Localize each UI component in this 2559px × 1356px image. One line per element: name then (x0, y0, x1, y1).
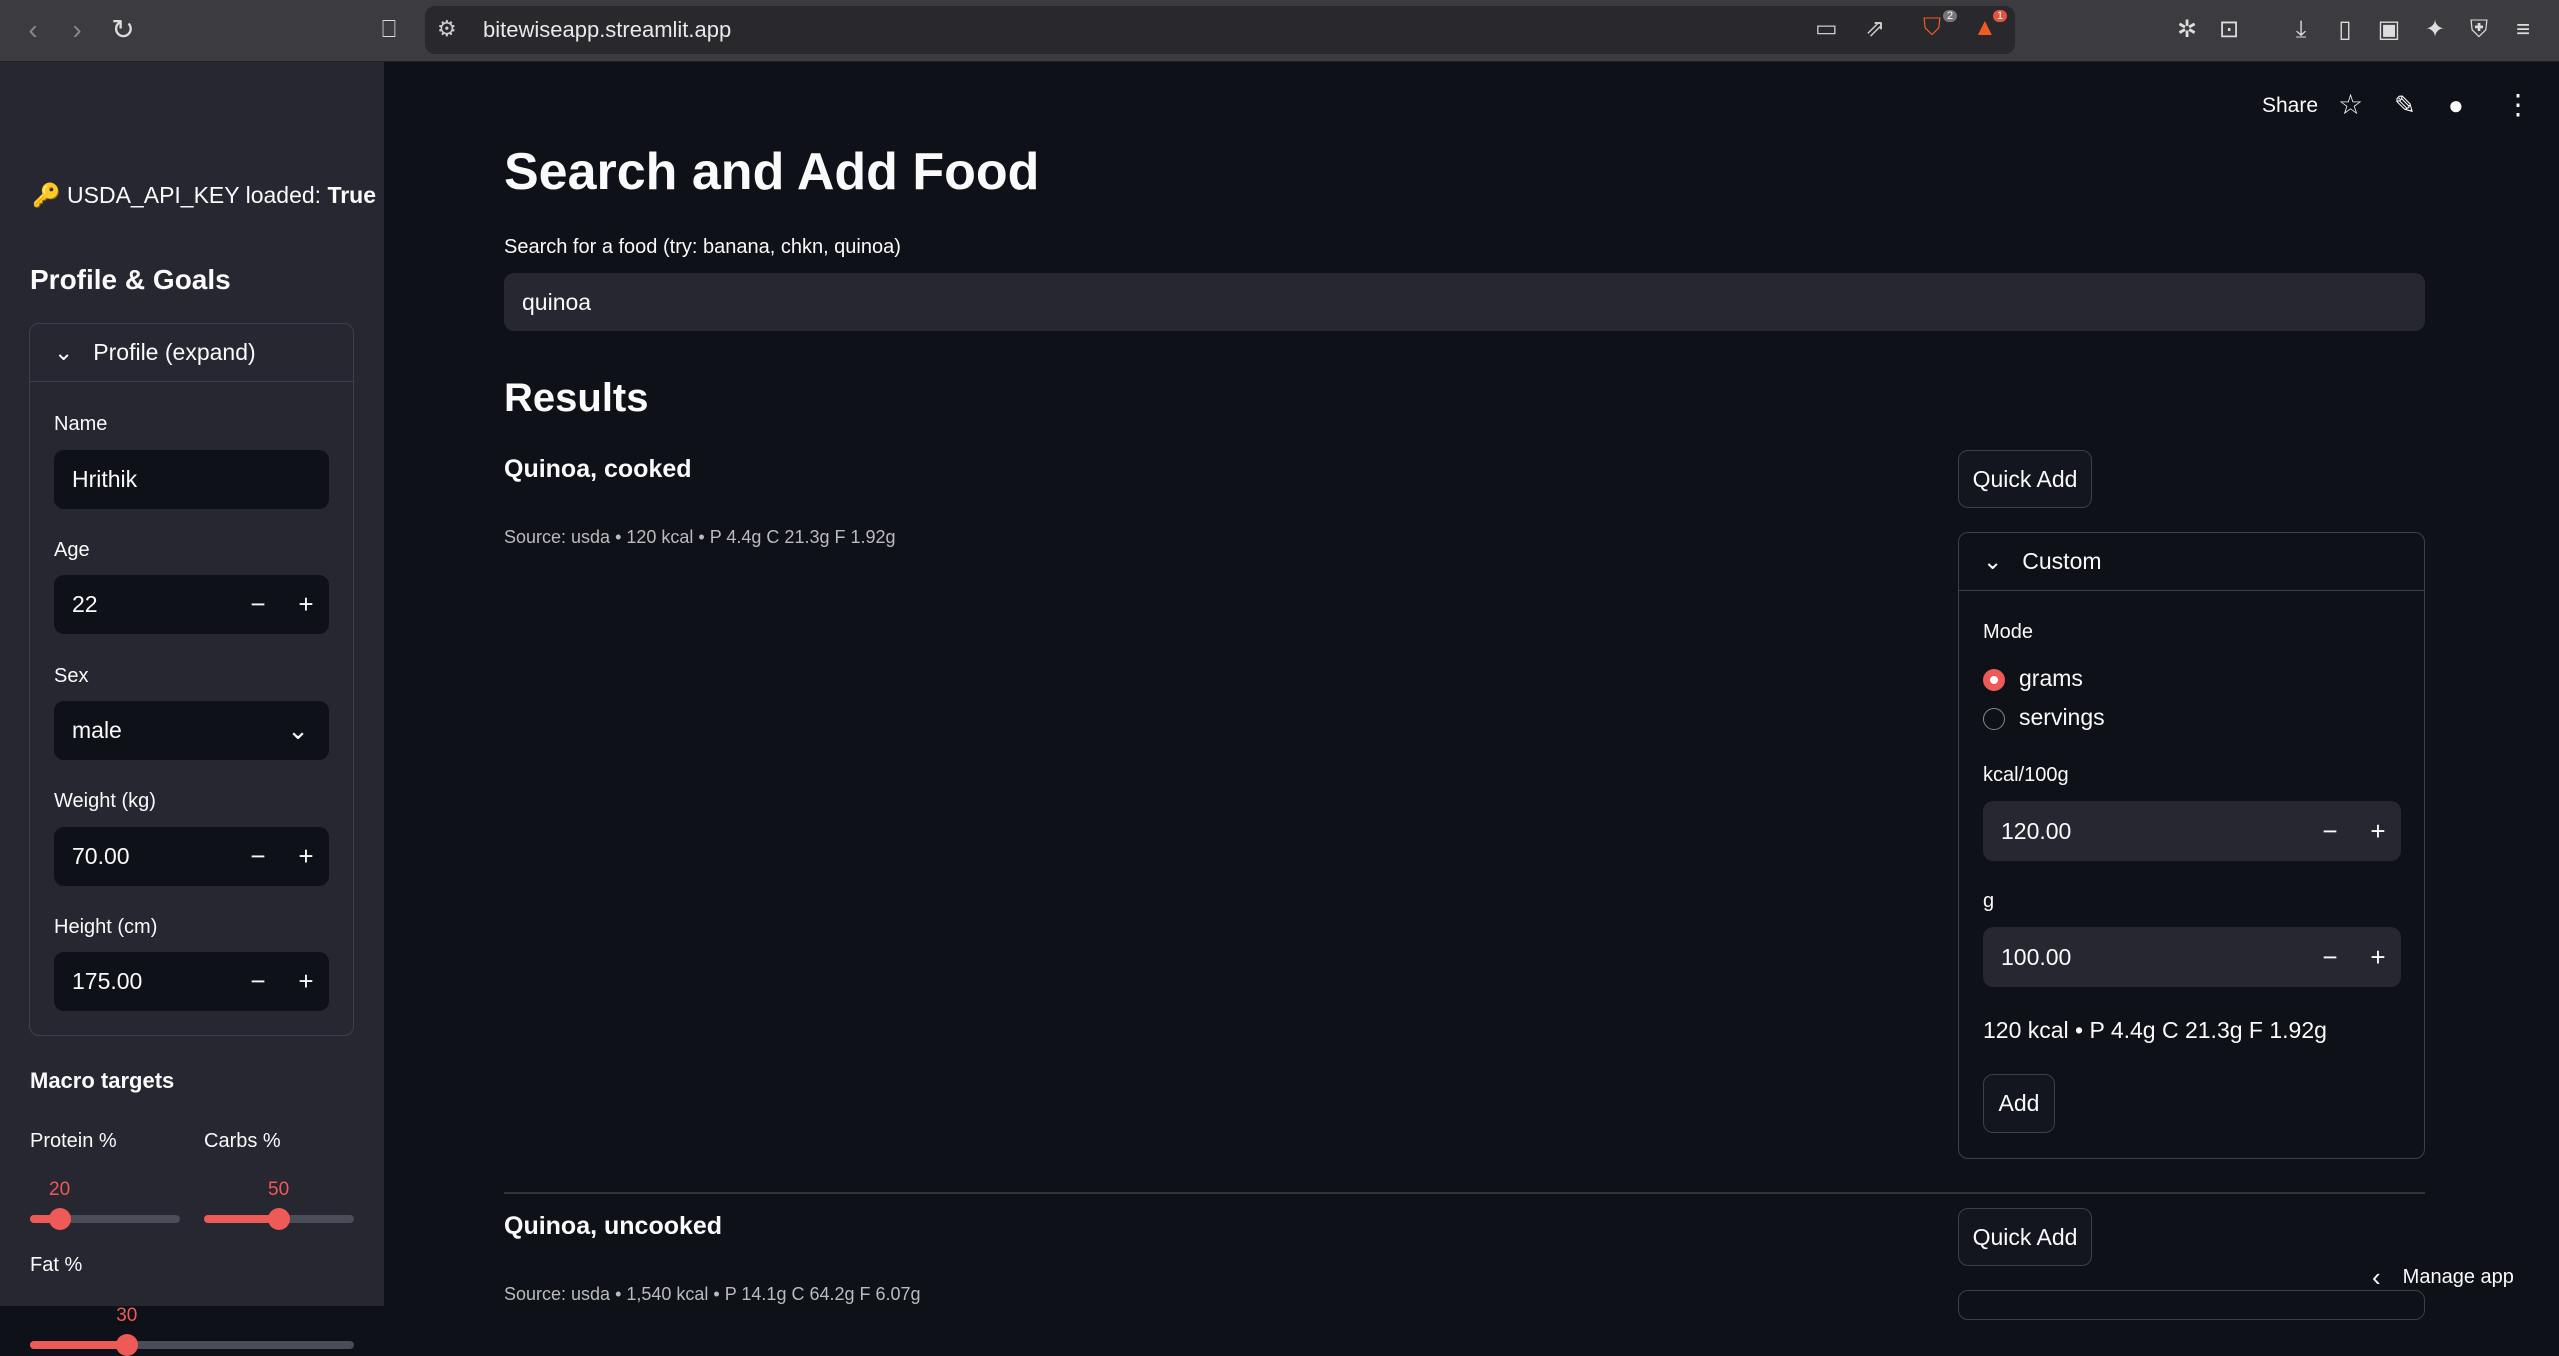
increment-button[interactable]: + (2355, 801, 2401, 861)
increment-button[interactable]: + (2355, 927, 2401, 987)
rewards-badge: 1 (1993, 10, 2008, 22)
kcal-label: kcal/100g (1983, 764, 2069, 786)
forward-icon[interactable]: › (60, 14, 94, 46)
age-label: Age (54, 539, 90, 561)
star-icon[interactable]: ☆ (2338, 88, 2363, 121)
slider-thumb[interactable] (116, 1334, 139, 1356)
grams-input[interactable]: 100.00 − + (1983, 927, 2401, 987)
extensions-icon[interactable]: ✲ (2170, 14, 2204, 46)
profile-goals-heading: Profile & Goals (30, 264, 231, 295)
site-settings-icon[interactable]: ⚙ (437, 16, 457, 42)
slider-value: 50 (268, 1179, 290, 1200)
result-source: Source: usda • 120 kcal • P 4.4g C 21.3g… (504, 527, 896, 547)
page-title: Search and Add Food (504, 143, 1040, 201)
carbs-label: Carbs % (204, 1130, 281, 1152)
slider-thumb[interactable] (49, 1208, 71, 1230)
custom-expander: ⌄ Custom Mode grams servings kcal/100g 12… (1958, 532, 2425, 1159)
chevron-left-icon: ‹ (2372, 1262, 2381, 1292)
weight-input[interactable]: 70.00 − + (54, 827, 329, 886)
chevron-down-icon: ⌄ (287, 715, 309, 745)
result-name: Quinoa, uncooked (504, 1212, 723, 1240)
edit-icon[interactable]: ✎ (2394, 90, 2416, 121)
shields-badge: 2 (1943, 10, 1958, 22)
brave-shields-icon[interactable]: ⛉ (1923, 14, 1941, 42)
back-icon[interactable]: ‹ (16, 14, 50, 46)
custom-expander-header[interactable]: ⌄ Custom (1959, 533, 2424, 591)
github-icon[interactable]: ● (2448, 90, 2464, 121)
sex-label: Sex (54, 665, 89, 687)
download-icon[interactable]: ⤓ (2284, 14, 2318, 46)
radio-grams[interactable]: grams (1983, 665, 2283, 695)
kcal-input[interactable]: 120.00 − + (1983, 801, 2401, 861)
quick-add-button[interactable]: Quick Add (1958, 450, 2092, 508)
share-page-icon[interactable]: ⇗ (1865, 14, 1885, 43)
sidebar-icon[interactable]: ▯ (2328, 14, 2362, 46)
add-button[interactable]: Add (1983, 1074, 2055, 1133)
cast-icon[interactable]: ▭ (1815, 14, 1838, 43)
sex-select[interactable]: male ⌄ (54, 701, 329, 760)
grams-label: g (1983, 890, 1995, 912)
leo-ai-icon[interactable]: ✦ (2418, 14, 2452, 46)
slider-thumb[interactable] (268, 1208, 290, 1230)
chevron-down-icon: ⌄ (54, 339, 74, 365)
search-label: Search for a food (try: banana, chkn, qu… (504, 236, 901, 258)
macro-targets-heading: Macro targets (30, 1068, 175, 1093)
decrement-button[interactable]: − (235, 827, 281, 886)
chevron-down-icon: ⌄ (1983, 548, 2003, 574)
results-heading: Results (504, 376, 649, 420)
slider-value: 20 (49, 1179, 71, 1200)
api-key-status: 🔑 USDA_API_KEY loaded: True (32, 182, 377, 208)
profile-expander: ⌄ Profile (expand) Name Hrithik Age 22 − +… (29, 323, 354, 1036)
decrement-button[interactable]: − (235, 575, 281, 634)
radio-servings[interactable]: servings (1983, 704, 2283, 734)
more-options-icon[interactable]: ⋮ (2504, 88, 2532, 121)
quick-add-button[interactable]: Quick Add (1958, 1208, 2092, 1266)
mode-label: Mode (1983, 621, 2034, 643)
result-source: Source: usda • 1,540 kcal • P 14.1g C 64… (504, 1284, 921, 1304)
custom-expander[interactable] (1958, 1290, 2425, 1320)
divider (504, 1192, 2425, 1194)
decrement-button[interactable]: − (2307, 927, 2353, 987)
slider-track[interactable] (204, 1208, 354, 1230)
decrement-button[interactable]: − (2307, 801, 2353, 861)
increment-button[interactable]: + (283, 952, 329, 1011)
height-input[interactable]: 175.00 − + (54, 952, 329, 1011)
url-text[interactable]: bitewiseapp.streamlit.app (483, 17, 731, 43)
slider-value: 30 (116, 1305, 138, 1326)
vpn-icon[interactable]: ⛨ (2462, 14, 2496, 46)
name-label: Name (54, 413, 108, 435)
menu-icon[interactable]: ≡ (2506, 14, 2540, 46)
height-label: Height (cm) (54, 916, 158, 938)
bookmark-icon[interactable]: ⎕ (372, 14, 406, 46)
manage-app-button[interactable]: ‹ Manage app (2372, 1262, 2514, 1293)
result-name: Quinoa, cooked (504, 455, 692, 483)
profile-expander-header[interactable]: ⌄ Profile (expand) (30, 324, 353, 382)
custom-summary: 120 kcal • P 4.4g C 21.3g F 1.92g (1983, 1017, 2327, 1043)
sidebar: 🔑 USDA_API_KEY loaded: True Profile & Go… (0, 62, 384, 1356)
page-search-icon[interactable]: ⊡ (2212, 14, 2246, 46)
protein-label: Protein % (30, 1130, 117, 1152)
slider-fill (30, 1341, 128, 1349)
increment-button[interactable]: + (283, 575, 329, 634)
decrement-button[interactable]: − (235, 952, 281, 1011)
name-input[interactable]: Hrithik (54, 450, 329, 509)
browser-toolbar: ‹ › ↻ ⎕ ⚙ bitewiseapp.streamlit.app ▭ ⇗ … (0, 0, 2559, 62)
share-button[interactable]: Share (2262, 94, 2318, 118)
key-icon: 🔑 (32, 182, 61, 208)
slider-track[interactable] (30, 1334, 354, 1356)
radio-unselected-icon (1983, 708, 2005, 730)
wallet-icon[interactable]: ▣ (2372, 14, 2406, 46)
reload-icon[interactable]: ↻ (106, 14, 140, 46)
slider-track[interactable] (30, 1208, 180, 1230)
age-input[interactable]: 22 − + (54, 575, 329, 634)
radio-selected-icon (1983, 669, 2005, 691)
address-bar[interactable]: ⚙ bitewiseapp.streamlit.app ▭ ⇗ ⛉ 2 ▲ 1 (425, 6, 2015, 54)
fat-label: Fat % (30, 1254, 83, 1276)
search-input[interactable]: quinoa (504, 273, 2425, 331)
weight-label: Weight (kg) (54, 790, 156, 812)
increment-button[interactable]: + (283, 827, 329, 886)
